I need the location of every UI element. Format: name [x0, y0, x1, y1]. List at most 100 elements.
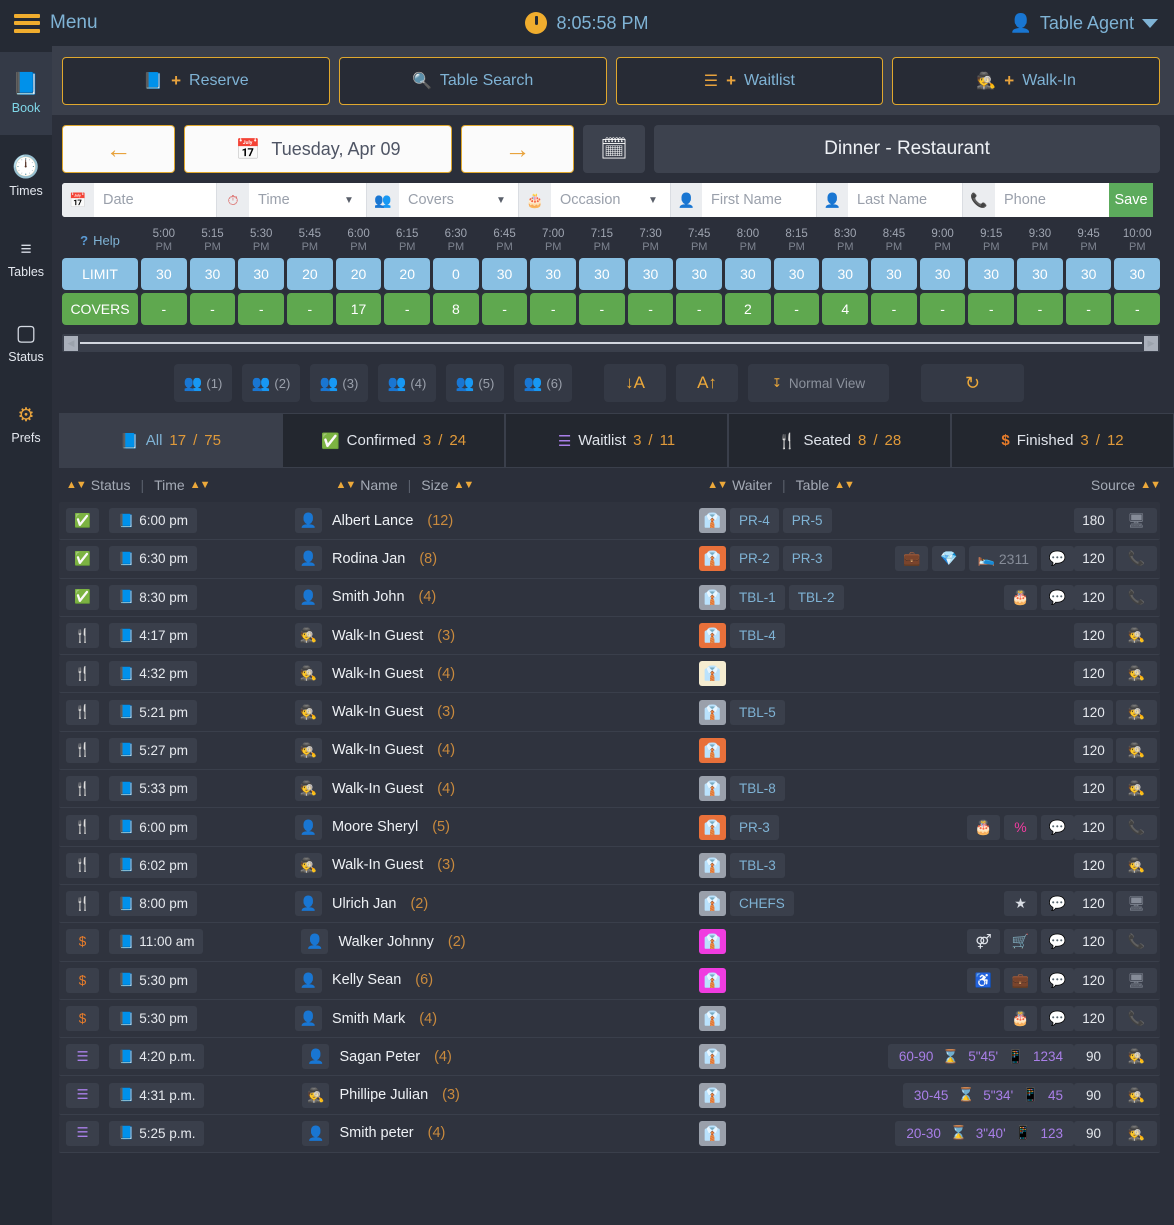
- table-row[interactable]: $ 📘 5:30 pm 👤 Kelly Sean (6) 👔 ♿ 💼 💬 120 🖥: [59, 961, 1160, 1000]
- table-chip[interactable]: PR-2: [730, 546, 779, 572]
- time-cell[interactable]: 📘 5:33 pm: [109, 776, 197, 802]
- status-cell[interactable]: 🍴: [59, 776, 106, 802]
- time-cell[interactable]: 📘 6:00 pm: [109, 508, 197, 534]
- time-cell[interactable]: 📘 8:00 pm: [109, 891, 197, 917]
- time-cell[interactable]: 📘 4:31 p.m.: [109, 1082, 205, 1108]
- waiter-cell[interactable]: 👔: [699, 1120, 726, 1146]
- status-cell[interactable]: 🍴: [59, 623, 106, 649]
- service-selector[interactable]: Dinner - Restaurant: [654, 125, 1160, 173]
- limit-cell[interactable]: 30: [676, 258, 723, 290]
- chevron-down-icon[interactable]: ▼: [344, 195, 362, 206]
- comment-icon[interactable]: 💬: [1041, 1006, 1074, 1031]
- limit-cell[interactable]: 30: [1114, 258, 1161, 290]
- covers-cell[interactable]: 2: [725, 293, 771, 325]
- source-cell[interactable]: 🕵: [1116, 1082, 1157, 1108]
- limit-cell[interactable]: 30: [725, 258, 771, 290]
- covers-cell[interactable]: 8: [433, 293, 479, 325]
- status-cell[interactable]: 🍴: [59, 852, 106, 878]
- name-cell[interactable]: 👤 Moore Sheryl (5): [294, 814, 450, 840]
- gender-icon[interactable]: ⚤: [967, 929, 1000, 955]
- comment-icon[interactable]: 💬: [1041, 546, 1074, 572]
- covers-cell[interactable]: -: [1065, 293, 1112, 325]
- sidebar-item-prefs[interactable]: ⚙ Prefs: [0, 384, 52, 467]
- table-row[interactable]: ✅ 📘 6:00 pm 👤 Albert Lance (12) 👔 PR-4 PR-5 180 🖥: [59, 502, 1160, 541]
- table-row[interactable]: 🍴 📘 4:32 pm 🕵 Walk-In Guest (4) 👔 120 🕵: [59, 655, 1160, 694]
- limit-cell[interactable]: 30: [1065, 258, 1112, 290]
- name-cell[interactable]: 👤 Kelly Sean (6): [294, 967, 433, 993]
- briefcase-icon[interactable]: 💼: [895, 546, 929, 572]
- table-chip[interactable]: TBL-2: [788, 584, 844, 610]
- comment-icon[interactable]: 💬: [1041, 584, 1074, 610]
- date-input[interactable]: [94, 183, 212, 217]
- limit-cell[interactable]: 20: [384, 258, 431, 290]
- covers-cell[interactable]: -: [238, 293, 285, 325]
- table-row[interactable]: $ 📘 5:30 pm 👤 Smith Mark (4) 👔 🎂 💬 120 📞: [59, 999, 1160, 1039]
- source-cell[interactable]: 🕵: [1116, 737, 1157, 763]
- covers-cell[interactable]: -: [481, 293, 528, 325]
- cake-icon[interactable]: 🎂: [967, 814, 1000, 840]
- comment-icon[interactable]: 💬: [1041, 967, 1074, 993]
- waiter-cell[interactable]: 👔 TBL-5: [699, 699, 785, 725]
- source-cell[interactable]: 🕵: [1116, 1044, 1157, 1070]
- status-cell[interactable]: 🍴: [59, 699, 106, 725]
- waiter-cell[interactable]: 👔: [699, 1082, 726, 1108]
- table-chip[interactable]: TBL-5: [730, 699, 785, 725]
- table-row[interactable]: ☰ 📘 4:20 p.m. 👤 Sagan Peter (4) 👔 60-90 ⌛ 5"45' 📱 1…: [59, 1038, 1160, 1077]
- waiter-cell[interactable]: 👔: [699, 1044, 726, 1070]
- waiter-cell[interactable]: 👔: [699, 929, 726, 955]
- status-cell[interactable]: 🍴: [59, 737, 106, 763]
- name-cell[interactable]: 👤 Rodina Jan (8): [294, 546, 437, 572]
- source-cell[interactable]: 🕵: [1116, 699, 1157, 725]
- last-name-input[interactable]: [848, 183, 962, 217]
- table-chip[interactable]: PR-3: [782, 546, 832, 572]
- comment-icon[interactable]: 💬: [1041, 891, 1074, 917]
- diamond-icon[interactable]: 💎: [932, 546, 966, 572]
- sidebar-item-status[interactable]: ▢ Status: [0, 301, 52, 384]
- status-cell[interactable]: ✅: [59, 546, 106, 572]
- view-mode-button[interactable]: ↧ Normal View: [748, 364, 889, 402]
- col-time[interactable]: Time ▲▼: [154, 477, 210, 493]
- chevron-down-icon[interactable]: ▼: [648, 195, 666, 206]
- waiter-cell[interactable]: 👔 PR-4 PR-5: [699, 508, 832, 534]
- waiter-cell[interactable]: 👔 PR-2 PR-3: [699, 546, 832, 572]
- status-cell[interactable]: ☰: [59, 1082, 106, 1108]
- table-row[interactable]: 🍴 📘 6:02 pm 🕵 Walk-In Guest (3) 👔 TBL-3 120 🕵: [59, 846, 1160, 885]
- limit-cell[interactable]: 30: [773, 258, 820, 290]
- table-search-button[interactable]: 🔍 Table Search: [338, 57, 607, 105]
- reserve-button[interactable]: 📘 + Reserve: [62, 57, 330, 105]
- comment-icon[interactable]: 💬: [1041, 814, 1074, 840]
- covers-cell[interactable]: -: [919, 293, 966, 325]
- waiter-cell[interactable]: 👔: [699, 661, 726, 687]
- save-button[interactable]: Save: [1109, 183, 1153, 217]
- basket-icon[interactable]: 🛒: [1004, 929, 1037, 955]
- scrollbar-track[interactable]: [80, 342, 1142, 344]
- source-cell[interactable]: 🖥: [1116, 508, 1157, 534]
- covers-cell[interactable]: -: [579, 293, 625, 325]
- source-cell[interactable]: 🕵: [1116, 623, 1157, 649]
- time-cell[interactable]: 📘 6:30 pm: [109, 546, 197, 572]
- source-cell[interactable]: 📞: [1116, 546, 1157, 572]
- user-menu[interactable]: 👤 Table Agent: [1010, 13, 1158, 34]
- party-size-filter-2[interactable]: 👥 (2): [242, 364, 300, 402]
- covers-cell[interactable]: -: [627, 293, 674, 325]
- limit-cell[interactable]: 30: [871, 258, 917, 290]
- covers-cell[interactable]: -: [287, 293, 333, 325]
- covers-cell[interactable]: -: [189, 293, 236, 325]
- status-cell[interactable]: $: [59, 967, 106, 993]
- time-cell[interactable]: 📘 5:25 p.m.: [109, 1120, 205, 1146]
- limit-cell[interactable]: 30: [530, 258, 577, 290]
- limit-cell[interactable]: 30: [189, 258, 236, 290]
- cake-icon[interactable]: 🎂: [1004, 584, 1037, 610]
- name-cell[interactable]: 🕵 Phillipe Julian (3): [302, 1082, 460, 1108]
- next-day-button[interactable]: →: [461, 125, 574, 173]
- chevron-down-icon[interactable]: ▼: [496, 195, 514, 206]
- table-chip[interactable]: TBL-1: [730, 584, 785, 610]
- status-cell[interactable]: ☰: [59, 1044, 106, 1070]
- table-row[interactable]: ☰ 📘 5:25 p.m. 👤 Smith peter (4) 👔 20-30 ⌛ 3"40' 📱 1…: [59, 1114, 1160, 1154]
- phone-input[interactable]: [995, 183, 1109, 217]
- covers-cell[interactable]: -: [1114, 293, 1161, 325]
- time-cell[interactable]: 📘 6:02 pm: [109, 852, 197, 878]
- table-chip[interactable]: PR-4: [730, 508, 779, 534]
- name-cell[interactable]: 👤 Walker Johnny (2): [301, 929, 466, 955]
- source-cell[interactable]: 🕵: [1116, 661, 1157, 687]
